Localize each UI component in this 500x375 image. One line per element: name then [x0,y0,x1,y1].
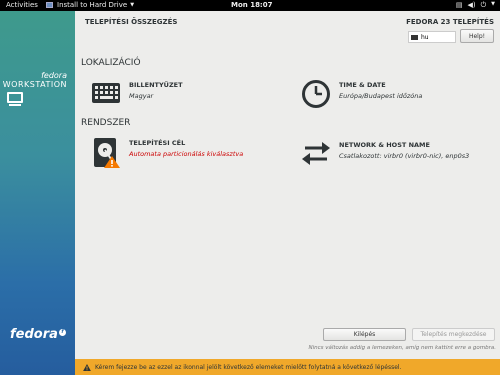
spoke-time-date-status: Európa/Budapest időzóna [339,92,423,100]
app-menu[interactable]: Install to Hard Drive ▼ [46,1,134,9]
volume-icon: ◀) [467,1,476,9]
fedora-logo: fedora f [10,327,66,342]
activities-button[interactable]: Activities [6,1,38,9]
spoke-keyboard-status: Magyar [129,92,154,100]
spoke-destination-status: Automata particionálás kiválasztva [129,150,244,158]
sidebar: fedora WORKSTATION fedora f [0,11,75,375]
spoke-installation-destination[interactable]: TELEPÍTÉSI CÉL Automata particionálás ki… [91,137,244,168]
system-tray[interactable]: ▤ ◀) ⏻ ▼ [456,1,495,10]
page-title: TELEPÍTÉSI ÖSSZEGZÉS [85,18,178,26]
network-arrows-icon [301,139,331,169]
power-icon: ⏻ [480,1,487,9]
spoke-network-status: Csatlakozott: virbr0 (virbr0-nic), enp0s… [339,152,470,160]
spoke-network-hostname[interactable]: NETWORK & HOST NAME Csatlakozott: virbr0… [301,139,469,169]
help-button[interactable]: Help! [460,29,494,43]
warning-bar: Kérem fejezze be az ezzel az ikonnal jel… [75,359,500,375]
spoke-keyboard[interactable]: BILLENTYŰZET Magyar [91,79,183,109]
section-localization: LOKALIZÁCIÓ [81,58,141,68]
product-brand: fedora WORKSTATION [0,71,75,89]
keyboard-layout-indicator[interactable]: hu [408,31,456,43]
keyboard-icon [411,34,418,40]
harddisk-icon [91,137,121,168]
warning-message: Kérem fejezze be az ezzel az ikonnal jel… [95,363,402,371]
header-right: FEDORA 23 TELEPÍTÉS [406,18,494,26]
spoke-destination-title: TELEPÍTÉSI CÉL [129,139,186,147]
keyboard-icon [91,79,121,109]
workstation-monitor-icon [6,92,24,108]
section-system: RENDSZER [81,118,131,128]
warning-icon [83,363,91,371]
brand-line2: WORKSTATION [2,80,67,89]
network-icon: ▤ [455,1,463,9]
chevron-down-icon: ▼ [130,2,135,8]
top-bar: Activities Install to Hard Drive ▼ Mon 1… [0,0,500,11]
spoke-keyboard-title: BILLENTYŰZET [129,81,183,89]
spoke-network-title: NETWORK & HOST NAME [339,141,430,149]
app-menu-label: Install to Hard Drive [57,1,128,9]
disk-change-note: Nincs változás addig a lemezeken, amíg n… [308,345,496,351]
brand-line1: fedora [41,71,67,80]
keyboard-layout-label: hu [421,33,429,41]
clock[interactable]: Mon 18:07 [231,1,272,9]
begin-installation-button[interactable]: Telepítés megkezdése [412,328,495,341]
quit-button[interactable]: Kilépés [323,328,406,341]
installation-summary-hub: TELEPÍTÉSI ÖSSZEGZÉS FEDORA 23 TELEPÍTÉS… [75,11,500,375]
spoke-time-date[interactable]: TIME & DATE Európa/Budapest időzóna [301,79,422,109]
installer-app-icon [46,2,53,8]
spoke-time-date-title: TIME & DATE [339,81,386,89]
clock-icon [301,79,331,109]
chevron-down-icon: ▼ [491,1,495,7]
product-title: FEDORA 23 TELEPÍTÉS [406,18,494,26]
fedora-infinity-icon: f [58,329,66,336]
